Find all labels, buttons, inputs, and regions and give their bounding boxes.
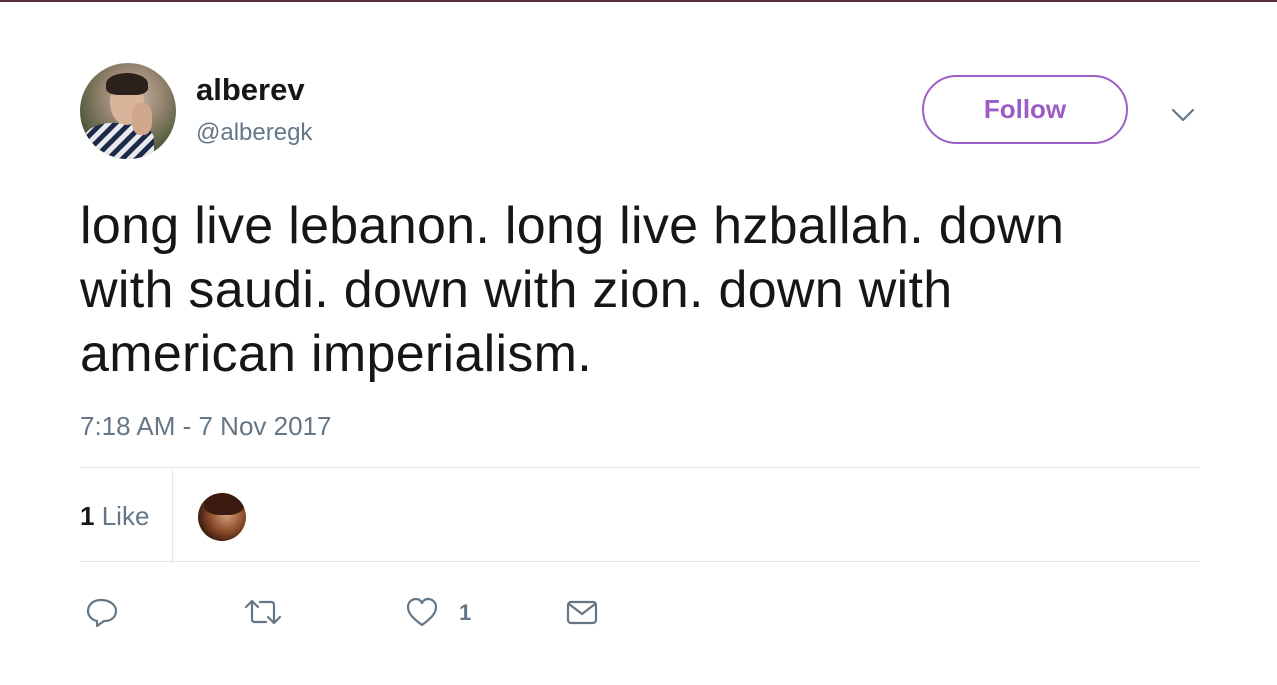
author-handle[interactable]: @alberegk: [196, 118, 312, 148]
likes-stat-label: Like: [101, 501, 150, 531]
stats-separator: [172, 470, 173, 563]
author-display-name[interactable]: alberev: [196, 72, 305, 108]
chevron-down-icon[interactable]: [1168, 100, 1198, 130]
follow-button[interactable]: Follow: [922, 75, 1128, 144]
reply-icon[interactable]: [84, 594, 120, 630]
avatar-hand: [132, 103, 152, 135]
tweet-card: alberev @alberegk Follow long live leban…: [0, 2, 1277, 685]
author-avatar[interactable]: [80, 63, 176, 159]
liker-avatar[interactable]: [198, 493, 246, 541]
retweet-icon[interactable]: [243, 594, 283, 630]
heart-icon[interactable]: [404, 594, 440, 630]
likes-stat-count: 1: [80, 501, 95, 531]
like-action-count: 1: [459, 600, 472, 625]
divider-top: [80, 467, 1200, 468]
tweet-text: long live lebanon. long live hzballah. d…: [80, 197, 1065, 383]
divider-bottom: [80, 561, 1200, 562]
avatar-hair: [106, 73, 148, 95]
likes-stat[interactable]: 1 Like: [80, 500, 149, 532]
envelope-icon[interactable]: [564, 594, 600, 630]
tweet-timestamp[interactable]: 7:18 AM - 7 Nov 2017: [80, 410, 331, 442]
liker-avatar-hair: [204, 493, 244, 515]
